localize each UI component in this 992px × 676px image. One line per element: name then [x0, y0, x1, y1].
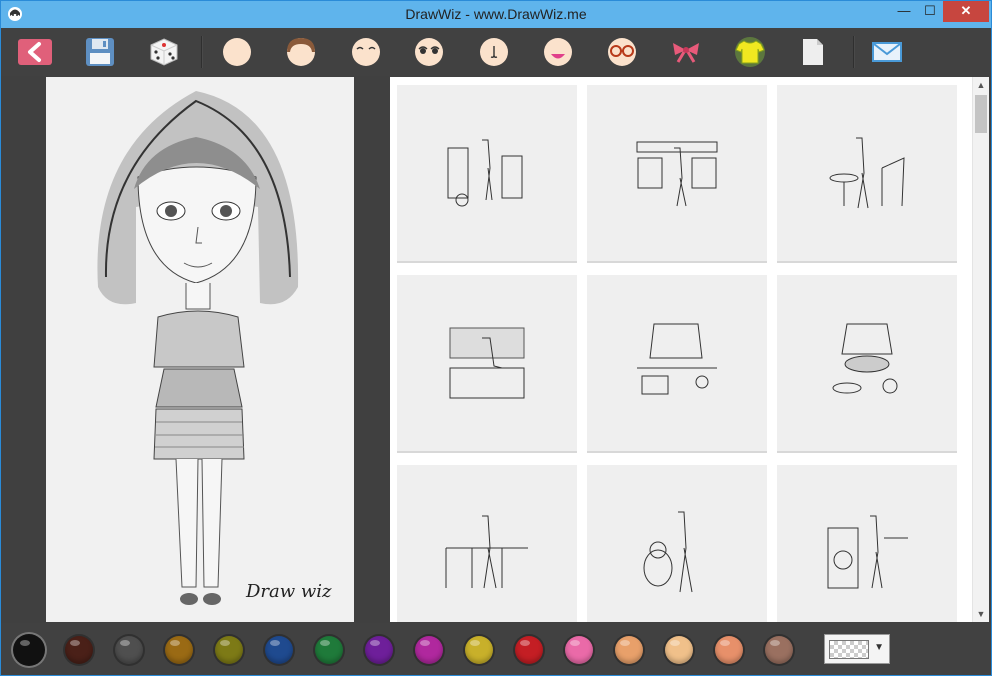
share-button[interactable] [868, 33, 906, 71]
gallery-item[interactable] [397, 275, 577, 453]
gallery-item[interactable] [777, 85, 957, 263]
title-bar: DrawWiz - www.DrawWiz.me — ☐ ✕ [1, 1, 991, 28]
eyes-icon [415, 38, 443, 66]
gallery-item[interactable] [777, 465, 957, 622]
scene-desk-thumbnail [637, 323, 717, 395]
glasses-button[interactable] [603, 33, 641, 71]
background-button[interactable] [794, 33, 832, 71]
gallery-item[interactable] [587, 85, 767, 263]
scene-closet-thumbnail [447, 139, 523, 207]
scene-dog-thumbnail [643, 511, 693, 593]
close-button[interactable]: ✕ [943, 1, 989, 22]
signature-text: Draw wiz [246, 581, 332, 602]
minimize-button[interactable]: — [891, 1, 917, 22]
gallery-item[interactable] [777, 275, 957, 453]
scene-shop-thumbnail [636, 141, 718, 207]
color-swatch[interactable] [515, 636, 543, 664]
scrollbar-thumb[interactable] [975, 95, 987, 133]
color-swatch[interactable] [115, 636, 143, 664]
transparent-pattern-preview [829, 640, 869, 659]
mouth-button[interactable] [539, 33, 577, 71]
color-swatch[interactable] [615, 636, 643, 664]
color-swatch[interactable] [365, 636, 393, 664]
scroll-up-arrow-icon[interactable]: ▲ [973, 77, 989, 93]
color-swatch[interactable] [765, 636, 793, 664]
color-swatch[interactable] [15, 636, 43, 664]
drawing-canvas[interactable]: Draw wiz [46, 77, 354, 622]
gallery-item[interactable] [397, 85, 577, 263]
scene-bedroom-thumbnail [449, 327, 525, 399]
glasses-icon [608, 38, 636, 66]
color-swatch[interactable] [565, 636, 593, 664]
floppy-disk-icon [86, 38, 114, 66]
color-swatch[interactable] [65, 636, 93, 664]
scene-cafe-thumbnail [829, 137, 905, 209]
color-palette: ▼ [1, 623, 991, 675]
scene-laundry-thumbnail [827, 515, 908, 589]
chevron-down-icon: ▼ [874, 642, 884, 653]
scene-dinner-thumbnail [832, 323, 898, 394]
scroll-down-arrow-icon[interactable]: ▼ [973, 606, 989, 622]
back-arrow-icon [18, 39, 52, 65]
scene-bridge-thumbnail [445, 515, 528, 589]
accessories-button[interactable] [667, 33, 705, 71]
save-button[interactable] [81, 33, 119, 71]
app-window: DrawWiz - www.DrawWiz.me — ☐ ✕ Draw wiz … [0, 0, 992, 676]
nose-icon [480, 38, 508, 66]
toolbar [1, 28, 991, 76]
gallery-item[interactable] [587, 465, 767, 622]
color-swatch[interactable] [665, 636, 693, 664]
maximize-button[interactable]: ☐ [917, 1, 943, 22]
hair-button[interactable] [282, 33, 320, 71]
envelope-icon [872, 42, 902, 62]
gallery-item[interactable] [587, 275, 767, 453]
color-swatch[interactable] [265, 636, 293, 664]
mouth-icon [544, 38, 572, 66]
character-sketch [97, 91, 299, 605]
color-swatch[interactable] [715, 636, 743, 664]
hair-icon [287, 38, 315, 66]
eyes-button[interactable] [410, 33, 448, 71]
color-swatch[interactable] [315, 636, 343, 664]
color-swatch[interactable] [165, 636, 193, 664]
face-icon [223, 38, 251, 66]
color-swatch[interactable] [465, 636, 493, 664]
scene-gallery: ▲ ▼ [390, 77, 989, 622]
color-swatch[interactable] [215, 636, 243, 664]
nose-button[interactable] [475, 33, 513, 71]
shirt-icon [735, 37, 765, 67]
back-button[interactable] [16, 33, 54, 71]
background-pattern-select[interactable]: ▼ [824, 634, 890, 664]
gallery-scrollbar[interactable]: ▲ ▼ [972, 77, 989, 622]
random-button[interactable] [145, 33, 183, 71]
bow-icon [673, 43, 699, 63]
gallery-item[interactable] [397, 465, 577, 622]
page-icon [803, 39, 823, 65]
eyebrows-icon [352, 38, 380, 66]
dice-icon [150, 38, 178, 66]
face-shape-button[interactable] [218, 33, 256, 71]
window-title: DrawWiz - www.DrawWiz.me [405, 6, 587, 22]
color-swatch[interactable] [415, 636, 443, 664]
eyebrows-button[interactable] [347, 33, 385, 71]
clothes-button[interactable] [731, 33, 769, 71]
